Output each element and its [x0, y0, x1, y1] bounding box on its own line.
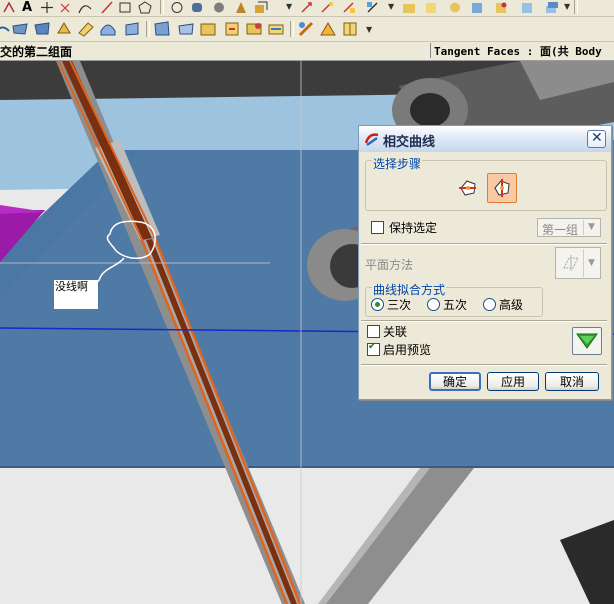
associative-label: 关联 [383, 325, 408, 339]
separator [290, 21, 294, 37]
expand-arrow-icon [576, 333, 598, 349]
text-tool-icon[interactable]: A [22, 1, 36, 14]
toolbar-top: A ▼ ▼ ▼ [0, 0, 614, 17]
plane-method-combo[interactable]: ▼ [555, 247, 601, 279]
mirror-tool-icon[interactable] [342, 1, 356, 14]
plane-method-icon [563, 255, 579, 271]
surface-icon[interactable] [12, 21, 28, 37]
face-set-combo[interactable]: 第一组 ▼ [537, 218, 601, 237]
apply-button[interactable]: 应用 [487, 372, 539, 391]
fit-cubic-label: 三次 [387, 298, 412, 312]
edit-surface-icon[interactable] [154, 21, 170, 37]
rectangle-tool-icon[interactable] [118, 1, 132, 14]
selection-steps-label: 选择步骤 [372, 155, 423, 172]
separator [160, 0, 164, 14]
circle-tool-icon[interactable] [170, 1, 184, 14]
selection-prompt: 交的第二组面 [0, 45, 73, 59]
fit-quintic-label: 五次 [443, 298, 468, 312]
crosshair-tool-icon[interactable] [40, 1, 54, 14]
n-sided-icon[interactable] [124, 21, 140, 37]
component-tool-icon[interactable] [448, 1, 462, 14]
line-tool-icon[interactable] [100, 1, 114, 14]
part-tool-icon[interactable] [424, 1, 438, 14]
sphere-tool-icon[interactable] [212, 1, 226, 14]
polygon-tool-icon[interactable] [138, 1, 152, 14]
second-face-set-step-button[interactable] [487, 173, 517, 203]
extrude-tool-icon[interactable] [254, 1, 268, 14]
first-face-set-step-icon[interactable] [455, 175, 481, 201]
rotate-tool-icon[interactable] [320, 1, 334, 14]
fit-advanced-label: 高级 [499, 298, 524, 312]
trim-icon[interactable] [200, 21, 216, 37]
selection-filter-status: Tangent Faces : 面(共 Body [430, 43, 614, 58]
chevron-down-icon: ▼ [583, 249, 599, 277]
enable-preview-checkbox[interactable] [367, 341, 380, 356]
close-icon: ✕ [591, 130, 603, 146]
cone-tool-icon[interactable] [234, 1, 248, 14]
divider [361, 243, 607, 245]
divider [361, 320, 607, 322]
extend-icon[interactable] [224, 21, 240, 37]
close-button[interactable]: ✕ [587, 130, 606, 148]
through-curves-icon[interactable] [34, 21, 50, 37]
layer-tool-icon[interactable] [544, 1, 558, 14]
expand-dialog-button[interactable] [572, 327, 602, 355]
divider [361, 364, 607, 366]
toolbar-curves: ▼ [0, 17, 614, 42]
curve-icon[interactable] [0, 21, 10, 37]
transform-tool-icon[interactable] [366, 1, 380, 14]
offset-surface-icon[interactable] [178, 21, 194, 37]
intersect-curve-dialog[interactable]: 相交曲线 ✕ 选择步骤 保持选定 第一组 ▼ 平面方法 ▼ 曲线拟合方式 三次 … [358, 125, 612, 400]
swept-icon[interactable] [56, 21, 72, 37]
thicken-icon[interactable] [268, 21, 284, 37]
cancel-button[interactable]: 取消 [545, 372, 599, 391]
keep-selected-checkbox[interactable] [371, 221, 384, 234]
enable-preview-label: 启用预览 [383, 343, 432, 357]
deviation-icon[interactable] [320, 21, 336, 37]
chevron-down-icon: ▼ [583, 220, 599, 235]
dialog-title: 相交曲线 [383, 135, 436, 150]
intersect-curve-icon [365, 133, 379, 146]
blend-icon[interactable] [100, 21, 116, 37]
fit-advanced-radio[interactable] [483, 298, 496, 311]
cylinder-tool-icon[interactable] [190, 1, 204, 14]
separator [146, 21, 150, 37]
dialog-titlebar[interactable]: 相交曲线 ✕ [359, 126, 611, 152]
constraint-tool-icon[interactable] [470, 1, 484, 14]
ruled-icon[interactable] [78, 21, 94, 37]
sketch-tool-icon[interactable] [2, 1, 16, 14]
fit-quintic-radio[interactable] [427, 298, 440, 311]
second-face-set-step-icon [494, 179, 510, 197]
app-window: A ▼ ▼ ▼ ▼ 交的第二组面 Tangent Faces: 面(共 Bod… [0, 0, 614, 604]
face-set-combo-value: 第一组 [542, 223, 579, 237]
chevron-down-icon[interactable]: ▼ [564, 2, 570, 11]
sew-icon[interactable] [246, 21, 262, 37]
assembly-tool-icon[interactable] [402, 1, 416, 14]
explode-tool-icon[interactable] [494, 1, 508, 14]
status-bar: 交的第二组面 Tangent Faces : 面(共 Body [0, 42, 614, 61]
chevron-down-icon[interactable]: ▼ [366, 25, 372, 34]
section-icon[interactable] [342, 21, 358, 37]
ok-button[interactable]: 确定 [429, 372, 481, 391]
chevron-down-icon[interactable]: ▼ [388, 2, 394, 11]
curve-tool-icon[interactable] [78, 1, 92, 14]
view-tool-icon[interactable] [520, 1, 534, 14]
point-tool-icon[interactable] [58, 1, 72, 14]
plane-method-label: 平面方法 [365, 258, 414, 272]
move-tool-icon[interactable] [300, 1, 314, 14]
separator [574, 0, 578, 14]
fit-cubic-radio[interactable] [371, 298, 384, 311]
analysis-icon[interactable] [298, 21, 314, 37]
annotation-text: 没线啊 [55, 280, 88, 293]
keep-selected-label: 保持选定 [389, 221, 438, 235]
associative-checkbox[interactable] [367, 325, 380, 338]
chevron-down-icon[interactable]: ▼ [286, 2, 292, 11]
